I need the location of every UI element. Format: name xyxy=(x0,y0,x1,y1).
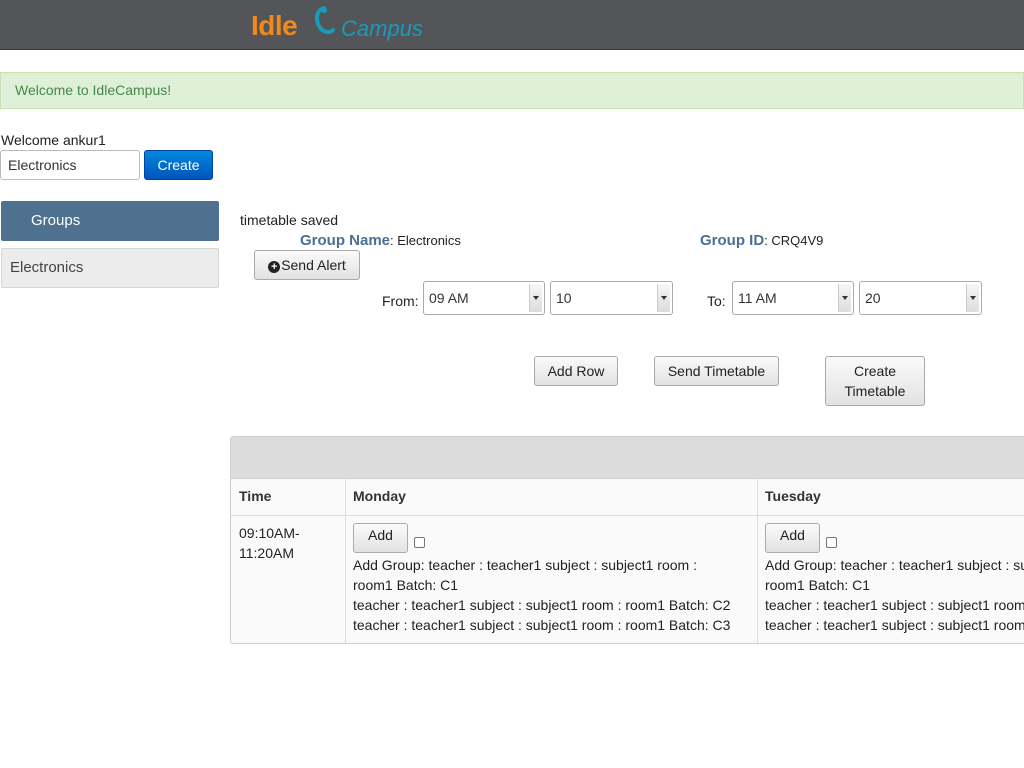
table-caption-bar xyxy=(231,437,1024,479)
to-minute-value: 20 xyxy=(865,290,881,306)
tuesday-entry-line: teacher : teacher1 subject : subject1 ro… xyxy=(765,617,1024,633)
create-timetable-label-line1: Create xyxy=(853,363,897,379)
to-label: To: xyxy=(707,293,726,309)
sidebar-groups-header[interactable]: Groups xyxy=(1,201,219,241)
column-divider xyxy=(345,478,346,643)
monday-add-button[interactable]: Add xyxy=(353,523,408,553)
status-saved-text: timetable saved xyxy=(240,212,339,228)
monday-entry-line: room1 Batch: C1 xyxy=(353,577,459,593)
time-cell: 09:10AM- 11:20AM xyxy=(239,523,300,563)
group-id-label: Group ID xyxy=(700,232,765,249)
create-group-button[interactable]: Create xyxy=(144,150,213,180)
column-divider xyxy=(757,478,758,643)
timetable-table: Time Monday Tuesday 09:10AM- 11:20AM Add… xyxy=(230,436,1024,644)
time-end: 11:20AM xyxy=(239,545,294,561)
to-hour-select[interactable]: 11 AM xyxy=(732,281,854,315)
create-timetable-button[interactable]: Create Timetable xyxy=(825,356,925,406)
logo-text-campus: Campus xyxy=(341,16,423,41)
row-divider xyxy=(231,515,1024,516)
from-minute-value: 10 xyxy=(556,290,572,306)
group-name-value: : Electronics xyxy=(390,233,461,248)
add-row-button[interactable]: Add Row xyxy=(534,356,618,386)
group-name-display: Group Name: Electronics xyxy=(300,232,461,249)
monday-entries: Add Group: teacher : teacher1 subject : … xyxy=(353,555,753,635)
from-hour-value: 09 AM xyxy=(429,290,469,306)
send-alert-button[interactable]: + Send Alert xyxy=(254,250,360,280)
from-minute-select[interactable]: 10 xyxy=(550,281,673,315)
tuesday-checkbox[interactable] xyxy=(826,537,837,548)
send-timetable-button[interactable]: Send Timetable xyxy=(654,356,779,386)
column-header-monday: Monday xyxy=(353,488,406,504)
chevron-down-icon xyxy=(966,284,979,312)
tuesday-entry-line: Add Group: teacher : teacher1 subject : … xyxy=(765,557,1024,573)
send-alert-label: Send Alert xyxy=(281,257,346,273)
tuesday-entry-line: room1 Batch: C1 xyxy=(765,577,871,593)
column-header-tuesday: Tuesday xyxy=(765,488,821,504)
time-start: 09:10AM- xyxy=(239,525,300,541)
tuesday-entries: Add Group: teacher : teacher1 subject : … xyxy=(765,555,1024,635)
logo-swirl-icon xyxy=(314,6,335,35)
plus-circle-icon: + xyxy=(268,261,281,273)
from-hour-select[interactable]: 09 AM xyxy=(423,281,545,315)
top-navbar xyxy=(0,0,1024,50)
tuesday-entry-line: teacher : teacher1 subject : subject1 ro… xyxy=(765,597,1024,613)
chevron-down-icon xyxy=(657,284,670,312)
idlecampus-logo[interactable]: Idle Campus xyxy=(251,4,423,44)
to-hour-value: 11 AM xyxy=(738,290,777,306)
to-minute-select[interactable]: 20 xyxy=(859,281,982,315)
monday-entry-line: teacher : teacher1 subject : subject1 ro… xyxy=(353,597,731,613)
chevron-down-icon xyxy=(529,284,542,312)
from-label: From: xyxy=(382,293,419,309)
group-name-input[interactable] xyxy=(0,150,140,180)
logo-text-idle: Idle xyxy=(251,10,298,41)
column-header-time: Time xyxy=(239,488,272,504)
create-timetable-label-line2: Timetable xyxy=(844,383,906,399)
chevron-down-icon xyxy=(838,284,851,312)
group-id-display: Group ID: CRQ4V9 xyxy=(700,232,823,249)
monday-entry-line: Add Group: teacher : teacher1 subject : … xyxy=(353,557,697,573)
monday-checkbox[interactable] xyxy=(414,537,425,548)
tuesday-add-button[interactable]: Add xyxy=(765,523,820,553)
welcome-alert: Welcome to IdleCampus! xyxy=(0,72,1024,109)
welcome-user-text: Welcome ankur1 xyxy=(1,132,106,148)
group-id-value: : CRQ4V9 xyxy=(764,233,824,248)
group-name-label: Group Name xyxy=(300,232,391,249)
sidebar-item-electronics[interactable]: Electronics xyxy=(1,248,219,288)
monday-entry-line: teacher : teacher1 subject : subject1 ro… xyxy=(353,617,731,633)
